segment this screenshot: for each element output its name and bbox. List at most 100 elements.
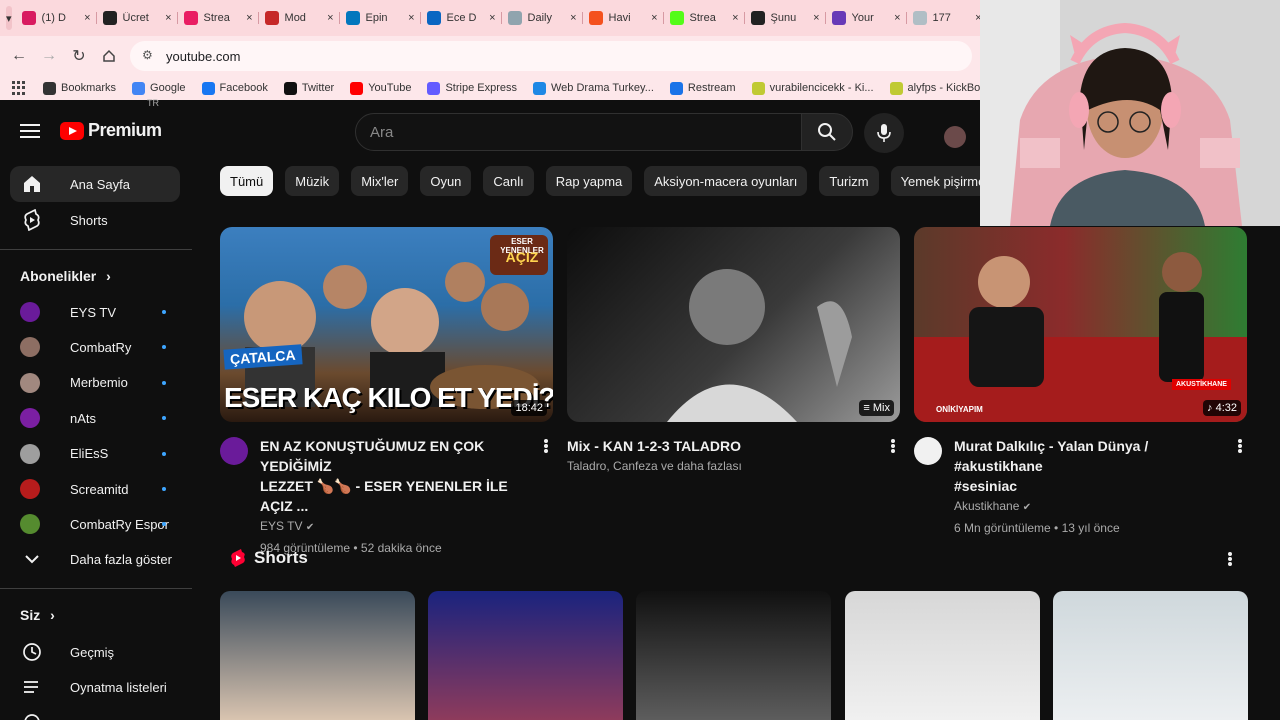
channel-avatar xyxy=(20,337,40,358)
video-title[interactable]: EN AZ KONUŞTUĞUMUZ EN ÇOK YEDİĞİMİZ xyxy=(260,436,535,476)
filter-chip[interactable]: Aksiyon-macera oyunları xyxy=(644,166,808,196)
video-card[interactable]: ≡ Mix Mix - KAN 1-2-3 TALADRO Taladro, C… xyxy=(567,227,900,473)
home-button[interactable] xyxy=(94,41,124,71)
close-icon[interactable]: × xyxy=(651,12,657,24)
close-icon[interactable]: × xyxy=(84,12,90,24)
browser-tab[interactable]: Ece D × xyxy=(421,4,502,32)
sidebar-item-playlists[interactable]: Oynatma listeleri xyxy=(10,669,180,705)
video-thumbnail[interactable]: ≡ Mix xyxy=(567,227,900,422)
video-title-line2[interactable]: LEZZET 🍗🍗 - ESER YENENLER İLE AÇIZ ... xyxy=(260,476,535,516)
close-icon[interactable]: × xyxy=(570,12,576,24)
filter-chip[interactable]: Müzik xyxy=(285,166,340,196)
short-card[interactable] xyxy=(1052,591,1248,720)
channel-name[interactable]: Akustikhane ✔ xyxy=(954,496,1229,518)
browser-tab[interactable]: Your × xyxy=(826,4,907,32)
bookmark-item[interactable]: Web Drama Turkey... xyxy=(533,81,654,95)
browser-tab[interactable]: Strea × xyxy=(664,4,745,32)
you-heading[interactable]: Siz › xyxy=(20,607,55,623)
short-card[interactable] xyxy=(844,591,1040,720)
channel-avatar[interactable] xyxy=(220,437,248,465)
filter-chip[interactable]: Canlı xyxy=(483,166,534,196)
more-actions-icon[interactable] xyxy=(1237,438,1243,456)
close-icon[interactable]: × xyxy=(894,12,900,24)
sidebar-subscription[interactable]: EliEsS xyxy=(10,436,180,472)
menu-icon[interactable] xyxy=(18,120,42,144)
browser-tab[interactable]: 177 × xyxy=(907,4,988,32)
video-thumbnail[interactable]: ONİKİYAPIM AKUSTİKHANE ♪ 4:32 xyxy=(914,227,1247,422)
voice-search-button[interactable] xyxy=(864,113,904,153)
sidebar-item-home[interactable]: Ana Sayfa xyxy=(10,166,180,202)
short-card[interactable] xyxy=(220,591,415,720)
bookmark-item[interactable]: Twitter xyxy=(283,81,334,95)
bookmark-item[interactable]: alyfps - KickBot xyxy=(889,81,983,95)
close-icon[interactable]: × xyxy=(489,12,495,24)
forward-button[interactable]: → xyxy=(34,41,64,71)
channel-name[interactable]: EYS TV ✔ xyxy=(260,516,535,538)
youtube-premium-logo[interactable]: Premium xyxy=(60,120,162,141)
video-card[interactable]: ESER YENENLER AÇIZ ÇATALCA ESER KAÇ KILO… xyxy=(220,227,553,555)
sidebar-subscription[interactable]: CombatRy Espor xyxy=(10,506,180,542)
short-card[interactable] xyxy=(636,591,832,720)
browser-tab[interactable]: (1) D × xyxy=(16,4,97,32)
close-icon[interactable]: × xyxy=(327,12,333,24)
bookmark-item[interactable]: vurabilencicekk - Ki... xyxy=(751,81,874,95)
filter-chip[interactable]: Rap yapma xyxy=(545,166,633,196)
filter-chip[interactable]: Mix'ler xyxy=(351,166,409,196)
back-button[interactable]: ← xyxy=(4,41,34,71)
close-icon[interactable]: × xyxy=(246,12,252,24)
bookmark-item[interactable]: Google xyxy=(132,81,186,95)
bookmark-item[interactable]: Restream xyxy=(669,81,736,95)
bookmark-item[interactable]: Stripe Express xyxy=(427,81,517,95)
sidebar-subscription[interactable]: CombatRy xyxy=(10,329,180,365)
sidebar-item-history[interactable]: Geçmiş xyxy=(10,634,180,670)
more-actions-icon[interactable] xyxy=(543,438,549,456)
search-button[interactable] xyxy=(801,113,853,151)
bi-icon xyxy=(21,11,36,25)
bookmark-item[interactable]: Facebook xyxy=(201,81,268,95)
video-title[interactable]: Mix - KAN 1-2-3 TALADRO xyxy=(567,436,900,456)
subscription-label: CombatRy Espor xyxy=(70,516,169,532)
close-icon[interactable]: × xyxy=(813,12,819,24)
thumbnail-logo: ONİKİYAPIM xyxy=(936,405,983,414)
filter-chip[interactable]: Turizm xyxy=(819,166,879,196)
browser-tab[interactable]: Daily × xyxy=(502,4,583,32)
video-title-line2[interactable]: #sesiniac xyxy=(954,476,1229,496)
video-card[interactable]: ONİKİYAPIM AKUSTİKHANE ♪ 4:32 Murat Dalk… xyxy=(914,227,1247,535)
video-stats: 6 Mn görüntüleme • 13 yıl önce xyxy=(954,521,1120,535)
show-more-button[interactable]: Daha fazla göster xyxy=(10,541,180,577)
short-card[interactable] xyxy=(428,591,624,720)
browser-tab[interactable]: Strea × xyxy=(178,4,259,32)
close-icon[interactable]: × xyxy=(408,12,414,24)
address-bar[interactable]: ⚙ youtube.com xyxy=(130,41,972,71)
more-actions-icon[interactable] xyxy=(890,438,896,456)
browser-tab[interactable]: Havi × xyxy=(583,4,664,32)
sidebar-item-partial[interactable] xyxy=(10,704,180,720)
close-icon[interactable]: × xyxy=(165,12,171,24)
sidebar-subscription[interactable]: nAts xyxy=(10,400,180,436)
search-icon xyxy=(818,123,836,141)
tab-search-button[interactable]: ▾ xyxy=(6,6,12,30)
sidebar-subscription[interactable]: Merbemio xyxy=(10,365,180,401)
subscriptions-heading[interactable]: Abonelikler › xyxy=(20,268,111,284)
browser-tab[interactable]: Şunu × xyxy=(745,4,826,32)
bookmark-item[interactable]: YouTube xyxy=(350,81,411,95)
browser-tab[interactable]: Epin × xyxy=(340,4,421,32)
filter-chip[interactable]: Oyun xyxy=(420,166,472,196)
reload-button[interactable]: ↻ xyxy=(64,41,94,71)
channel-name[interactable]: Taladro, Canfeza ve daha fazlası xyxy=(567,456,900,476)
filter-chip[interactable]: Tümü xyxy=(220,166,274,196)
shorts-more-icon[interactable] xyxy=(1227,551,1233,569)
bookmark-item[interactable]: Bookmarks xyxy=(43,81,116,95)
channel-avatar[interactable] xyxy=(914,437,942,465)
sidebar-item-shorts[interactable]: Shorts xyxy=(10,202,180,238)
browser-tab[interactable]: Ücret × xyxy=(97,4,178,32)
video-thumbnail[interactable]: ESER YENENLER AÇIZ ÇATALCA ESER KAÇ KILO… xyxy=(220,227,553,422)
sidebar-subscription[interactable]: Screamitd xyxy=(10,471,180,507)
search-input[interactable]: Ara xyxy=(355,113,802,151)
close-icon[interactable]: × xyxy=(732,12,738,24)
video-title[interactable]: Murat Dalkılıç - Yalan Dünya / #akustikh… xyxy=(954,436,1229,476)
sidebar-subscription[interactable]: EYS TV xyxy=(10,294,180,330)
browser-tab[interactable]: Mod × xyxy=(259,4,340,32)
apps-grid-icon[interactable] xyxy=(12,81,25,95)
account-avatar[interactable] xyxy=(944,126,966,148)
